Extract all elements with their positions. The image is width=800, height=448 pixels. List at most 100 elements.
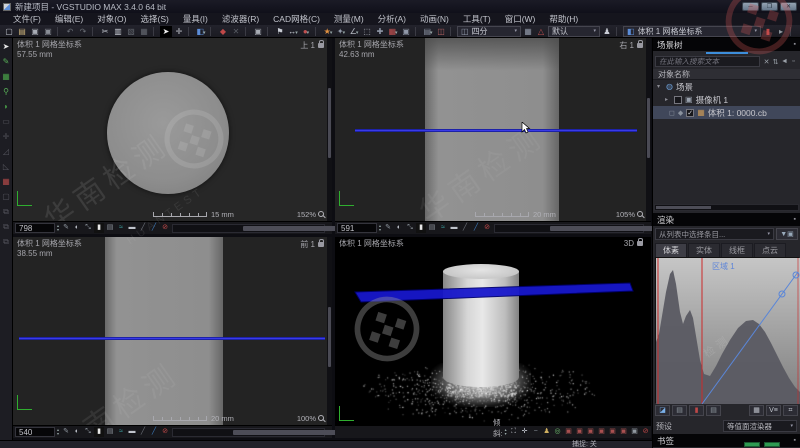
histogram-tool-button[interactable]: ◪ bbox=[655, 405, 670, 416]
slice-tool-icon[interactable]: ▮ bbox=[94, 427, 104, 437]
3d-tool-icon[interactable]: ✛ bbox=[520, 427, 530, 437]
slice-spinner[interactable]: ▴▾ bbox=[57, 224, 59, 232]
histogram-tool-button[interactable]: ▤ bbox=[672, 405, 687, 416]
toolbar-icon[interactable]: ↶ bbox=[64, 26, 76, 37]
toolbar-icon[interactable] bbox=[245, 27, 249, 36]
pin-icon[interactable]: ▪ bbox=[794, 216, 796, 223]
slice-tool-icon[interactable]: ⊘ bbox=[160, 427, 170, 437]
lock-icon[interactable] bbox=[318, 43, 324, 48]
toolbar-icon[interactable]: ✕ bbox=[230, 26, 242, 37]
toolbar-icon[interactable]: ▮ bbox=[762, 26, 774, 37]
toolbar-icon[interactable] bbox=[92, 27, 96, 36]
toolbar-icon[interactable]: ▦ bbox=[138, 26, 150, 37]
slice-tool-icon[interactable]: ▤ bbox=[427, 223, 437, 233]
tool-icon[interactable]: ▢ bbox=[1, 191, 12, 202]
clipping-plane[interactable] bbox=[335, 237, 651, 425]
toolbar-icon[interactable]: ▣ bbox=[42, 26, 54, 37]
grid-icon[interactable]: ▦ bbox=[522, 26, 534, 37]
slice-tool-icon[interactable]: ╱ bbox=[138, 223, 148, 233]
3d-tool-icon[interactable]: ▣ bbox=[597, 427, 607, 437]
menu-item[interactable]: 窗口(W) bbox=[498, 13, 543, 25]
menu-item[interactable]: 选择(S) bbox=[133, 13, 175, 25]
default-select[interactable]: 默认 ▾ bbox=[548, 26, 600, 37]
toolbar-icon[interactable]: ✦▾ bbox=[335, 26, 347, 37]
toolbar-icon[interactable]: ◆ bbox=[217, 26, 229, 37]
vertical-scrollbar[interactable] bbox=[327, 38, 332, 221]
render-panel-header[interactable]: 渲染 ▪ bbox=[653, 213, 800, 226]
layout-select[interactable]: ◫ 四分 ▾ bbox=[457, 26, 521, 37]
slice-plane-line[interactable] bbox=[355, 129, 637, 132]
3d-tool-icon[interactable]: − bbox=[531, 427, 541, 437]
slice-tool-icon[interactable]: ╱ bbox=[471, 223, 481, 233]
toolbar-icon[interactable] bbox=[450, 27, 454, 36]
pin-icon[interactable]: ▪ bbox=[794, 437, 796, 444]
lock-icon[interactable] bbox=[318, 242, 324, 247]
maximize-button[interactable]: ❐ bbox=[761, 2, 778, 11]
menu-item[interactable]: 量具(I) bbox=[176, 13, 215, 25]
toolbar-icon[interactable] bbox=[790, 27, 794, 36]
menu-item[interactable]: CAD网格(C) bbox=[266, 13, 327, 25]
tree-row-volume[interactable]: ◻ ◆ ✓ ▦ 体积 1: 0000.cb bbox=[653, 106, 800, 119]
toolbar-icon[interactable]: ▧ bbox=[125, 26, 137, 37]
toolbar-icon[interactable]: ▣ bbox=[29, 26, 41, 37]
slice-tool-icon[interactable]: ✎ bbox=[61, 427, 71, 437]
slice-tool-icon[interactable]: ✎ bbox=[61, 223, 71, 233]
search-tool-icon[interactable]: ⇅ bbox=[771, 58, 780, 66]
render-tab[interactable]: 实体 bbox=[688, 243, 720, 257]
3d-tool-icon[interactable]: ⊘ bbox=[641, 427, 651, 437]
magnifier-icon[interactable] bbox=[318, 415, 324, 421]
tool-icon[interactable]: ◺ bbox=[1, 161, 12, 172]
histogram-view-button[interactable]: ⌗ bbox=[783, 405, 798, 416]
toolbar-icon[interactable]: ●▾ bbox=[300, 26, 312, 37]
vertical-scrollbar[interactable] bbox=[327, 237, 332, 425]
toolbar-icon[interactable]: ⚑ bbox=[274, 26, 286, 37]
lock-icon[interactable] bbox=[637, 43, 643, 48]
slice-tool-icon[interactable]: ⤡ bbox=[405, 223, 415, 233]
slice-tool-icon[interactable]: ╱ bbox=[149, 427, 159, 437]
slice-tool-icon[interactable]: ⤡ bbox=[83, 223, 93, 233]
toolbar-icon[interactable]: ▤ bbox=[16, 26, 28, 37]
magnifier-icon[interactable] bbox=[318, 211, 324, 217]
tree-row-scene[interactable]: ▾ ◍ 场景 bbox=[653, 80, 800, 93]
3d-tool-icon[interactable]: ♟ bbox=[542, 427, 552, 437]
toolbar-icon[interactable]: ⬚ bbox=[361, 26, 373, 37]
render-tab[interactable]: 线框 bbox=[721, 243, 753, 257]
3d-tool-icon[interactable]: ▣ bbox=[586, 427, 596, 437]
magnifier-icon[interactable] bbox=[637, 211, 643, 217]
slice-tool-icon[interactable]: ⊘ bbox=[482, 223, 492, 233]
slice-number-input[interactable] bbox=[337, 223, 377, 233]
visibility-checkbox[interactable] bbox=[674, 96, 682, 104]
region-label[interactable]: 区域 1 bbox=[712, 261, 735, 272]
tool-icon[interactable]: ✛ bbox=[1, 131, 12, 142]
3d-tool-icon[interactable]: ⛶ bbox=[509, 427, 519, 437]
3d-tool-icon[interactable]: ▣ bbox=[564, 427, 574, 437]
slice-tool-icon[interactable]: ▬ bbox=[127, 427, 137, 437]
expander-icon[interactable]: ▸ bbox=[665, 96, 671, 103]
menu-item[interactable]: 文件(F) bbox=[6, 13, 48, 25]
slice-tool-icon[interactable]: ▤ bbox=[105, 223, 115, 233]
tool-icon[interactable]: ◗ bbox=[1, 101, 12, 112]
3d-tool-icon[interactable]: ◎ bbox=[553, 427, 563, 437]
toolbar-icon[interactable]: ▣ bbox=[400, 26, 412, 37]
close-button[interactable]: ✕ bbox=[780, 2, 797, 11]
preset-select[interactable]: 等值面渲染器▾ bbox=[723, 420, 797, 432]
toolbar-icon[interactable]: ◧▾ bbox=[195, 26, 207, 37]
toolbar-icon[interactable]: ▦▾ bbox=[387, 26, 399, 37]
histogram-view-button[interactable]: ▦ bbox=[749, 405, 764, 416]
render-tab[interactable]: 点云 bbox=[754, 243, 786, 257]
slice-tool-icon[interactable]: ✎ bbox=[383, 223, 393, 233]
toolbar-icon[interactable]: ◫ bbox=[435, 26, 447, 37]
toolbar-icon[interactable]: ▣ bbox=[252, 26, 264, 37]
histogram-view-button[interactable]: V≡ bbox=[766, 405, 781, 416]
menu-item[interactable]: 分析(A) bbox=[371, 13, 413, 25]
slice-scrollbar[interactable] bbox=[494, 224, 644, 233]
tool-icon[interactable]: ⧉ bbox=[1, 236, 12, 247]
slice-tool-icon[interactable]: ▤ bbox=[105, 427, 115, 437]
slice-tool-icon[interactable]: ▬ bbox=[449, 223, 459, 233]
slice-tool-icon[interactable]: ▬ bbox=[127, 223, 137, 233]
tool-icon[interactable]: ⧉ bbox=[1, 221, 12, 232]
slice-tool-icon[interactable]: ▮ bbox=[416, 223, 426, 233]
toolbar-icon[interactable]: ✂ bbox=[99, 26, 111, 37]
toolbar-icon[interactable]: ∠▾ bbox=[348, 26, 360, 37]
search-tool-icon[interactable]: ▫ bbox=[789, 58, 798, 66]
